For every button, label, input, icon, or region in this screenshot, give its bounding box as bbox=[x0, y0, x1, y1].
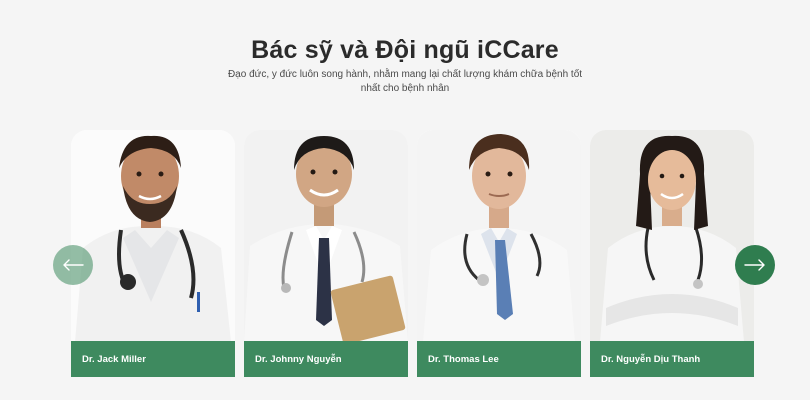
doctor-card[interactable]: Dr. Johnny Nguyễn bbox=[244, 130, 408, 377]
arrow-right-icon bbox=[744, 259, 765, 271]
doctor-photo bbox=[590, 130, 754, 342]
doctor-card[interactable]: Dr. Jack Miller bbox=[71, 130, 235, 377]
carousel-next-button[interactable] bbox=[735, 245, 775, 285]
section-subtitle: Đạo đức, y đức luôn song hành, nhằm mang… bbox=[227, 69, 583, 94]
doctor-card[interactable]: Dr. Nguyễn Dịu Thanh bbox=[590, 130, 754, 377]
doctor-name: Dr. Jack Miller bbox=[71, 341, 235, 377]
doctor-carousel: Dr. Jack Miller Dr. Johnny Nguyễn Dr. Th… bbox=[71, 130, 754, 377]
doctor-card[interactable]: Dr. Thomas Lee bbox=[417, 130, 581, 377]
carousel-prev-button[interactable] bbox=[53, 245, 93, 285]
doctor-name: Dr. Johnny Nguyễn bbox=[244, 341, 408, 377]
doctor-name: Dr. Thomas Lee bbox=[417, 341, 581, 377]
doctor-photo bbox=[244, 130, 408, 342]
doctor-photo bbox=[417, 130, 581, 342]
doctor-photo bbox=[71, 130, 235, 342]
arrow-left-icon bbox=[63, 259, 84, 271]
doctor-name: Dr. Nguyễn Dịu Thanh bbox=[590, 341, 754, 377]
section-title: Bác sỹ và Đội ngũ iCCare bbox=[251, 36, 559, 64]
